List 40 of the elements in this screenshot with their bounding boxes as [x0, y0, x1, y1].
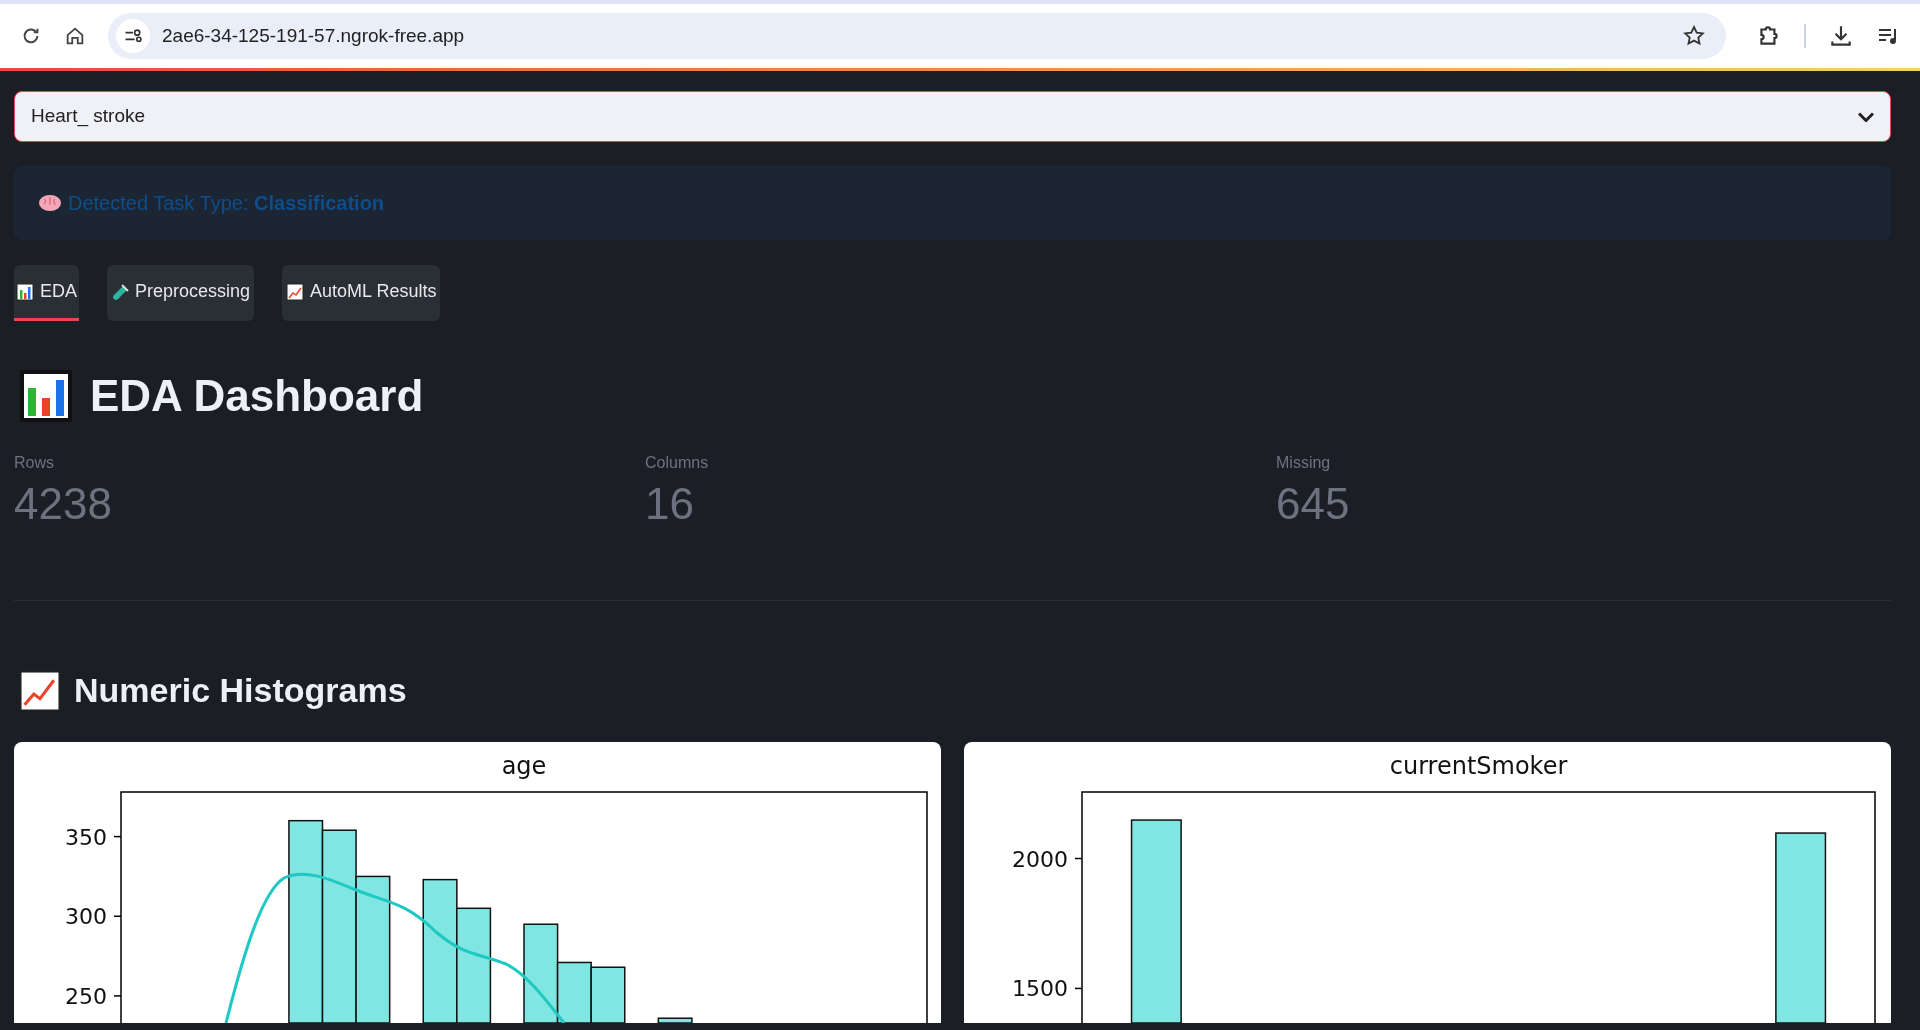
chevron-down-icon	[1858, 111, 1874, 122]
home-icon[interactable]	[64, 25, 86, 47]
test-tube-icon	[111, 282, 129, 301]
line-chart-icon	[20, 670, 60, 711]
tab[interactable]: Preprocessing	[107, 265, 255, 321]
bar-chart-icon	[20, 370, 72, 422]
target-select[interactable]: Heart_ stroke	[14, 91, 1891, 142]
address-bar[interactable]: 2ae6-34-125-191-57.ngrok-free.app	[108, 13, 1726, 59]
metric-label: Columns	[645, 453, 710, 473]
metric-value: 4238	[14, 478, 113, 530]
y-tick: 1500	[1012, 976, 1083, 1002]
star-icon[interactable]	[1682, 24, 1706, 48]
y-tick-label: 300	[65, 904, 107, 930]
brain-icon	[38, 193, 62, 213]
chart-title: currentSmoker	[1389, 752, 1568, 781]
tab[interactable]: AutoML Results	[282, 265, 441, 321]
y-tick: 2000	[1012, 846, 1083, 872]
section-heading: Numeric Histograms	[74, 670, 407, 712]
y-tick-label: 2000	[1012, 846, 1068, 872]
tab[interactable]: EDA	[14, 265, 79, 321]
y-tick-label: 350	[65, 824, 107, 850]
histogram-bar	[590, 966, 626, 1024]
metric-value: 16	[645, 478, 695, 530]
metric-value: 645	[1276, 478, 1351, 530]
y-tick-label: 250	[65, 984, 107, 1010]
bar-chart-icon	[16, 282, 34, 301]
metric-label: Rows	[14, 453, 55, 473]
metric-label: Missing	[1276, 453, 1332, 473]
y-tick: 300	[65, 904, 122, 930]
download-icon[interactable]	[1828, 23, 1854, 49]
chart-title: age	[501, 752, 547, 781]
page-heading: EDA Dashboard	[90, 370, 424, 422]
y-tick: 350	[65, 824, 122, 850]
url-text: 2ae6-34-125-191-57.ngrok-free.app	[162, 23, 466, 48]
site-settings-icon[interactable]	[116, 19, 150, 53]
y-tick-label: 1500	[1012, 976, 1068, 1002]
histogram-bar	[657, 1017, 693, 1024]
info-text: Detected Task Type: Classification	[68, 191, 385, 216]
y-tick: 250	[65, 984, 122, 1010]
line-chart-icon	[286, 282, 305, 301]
